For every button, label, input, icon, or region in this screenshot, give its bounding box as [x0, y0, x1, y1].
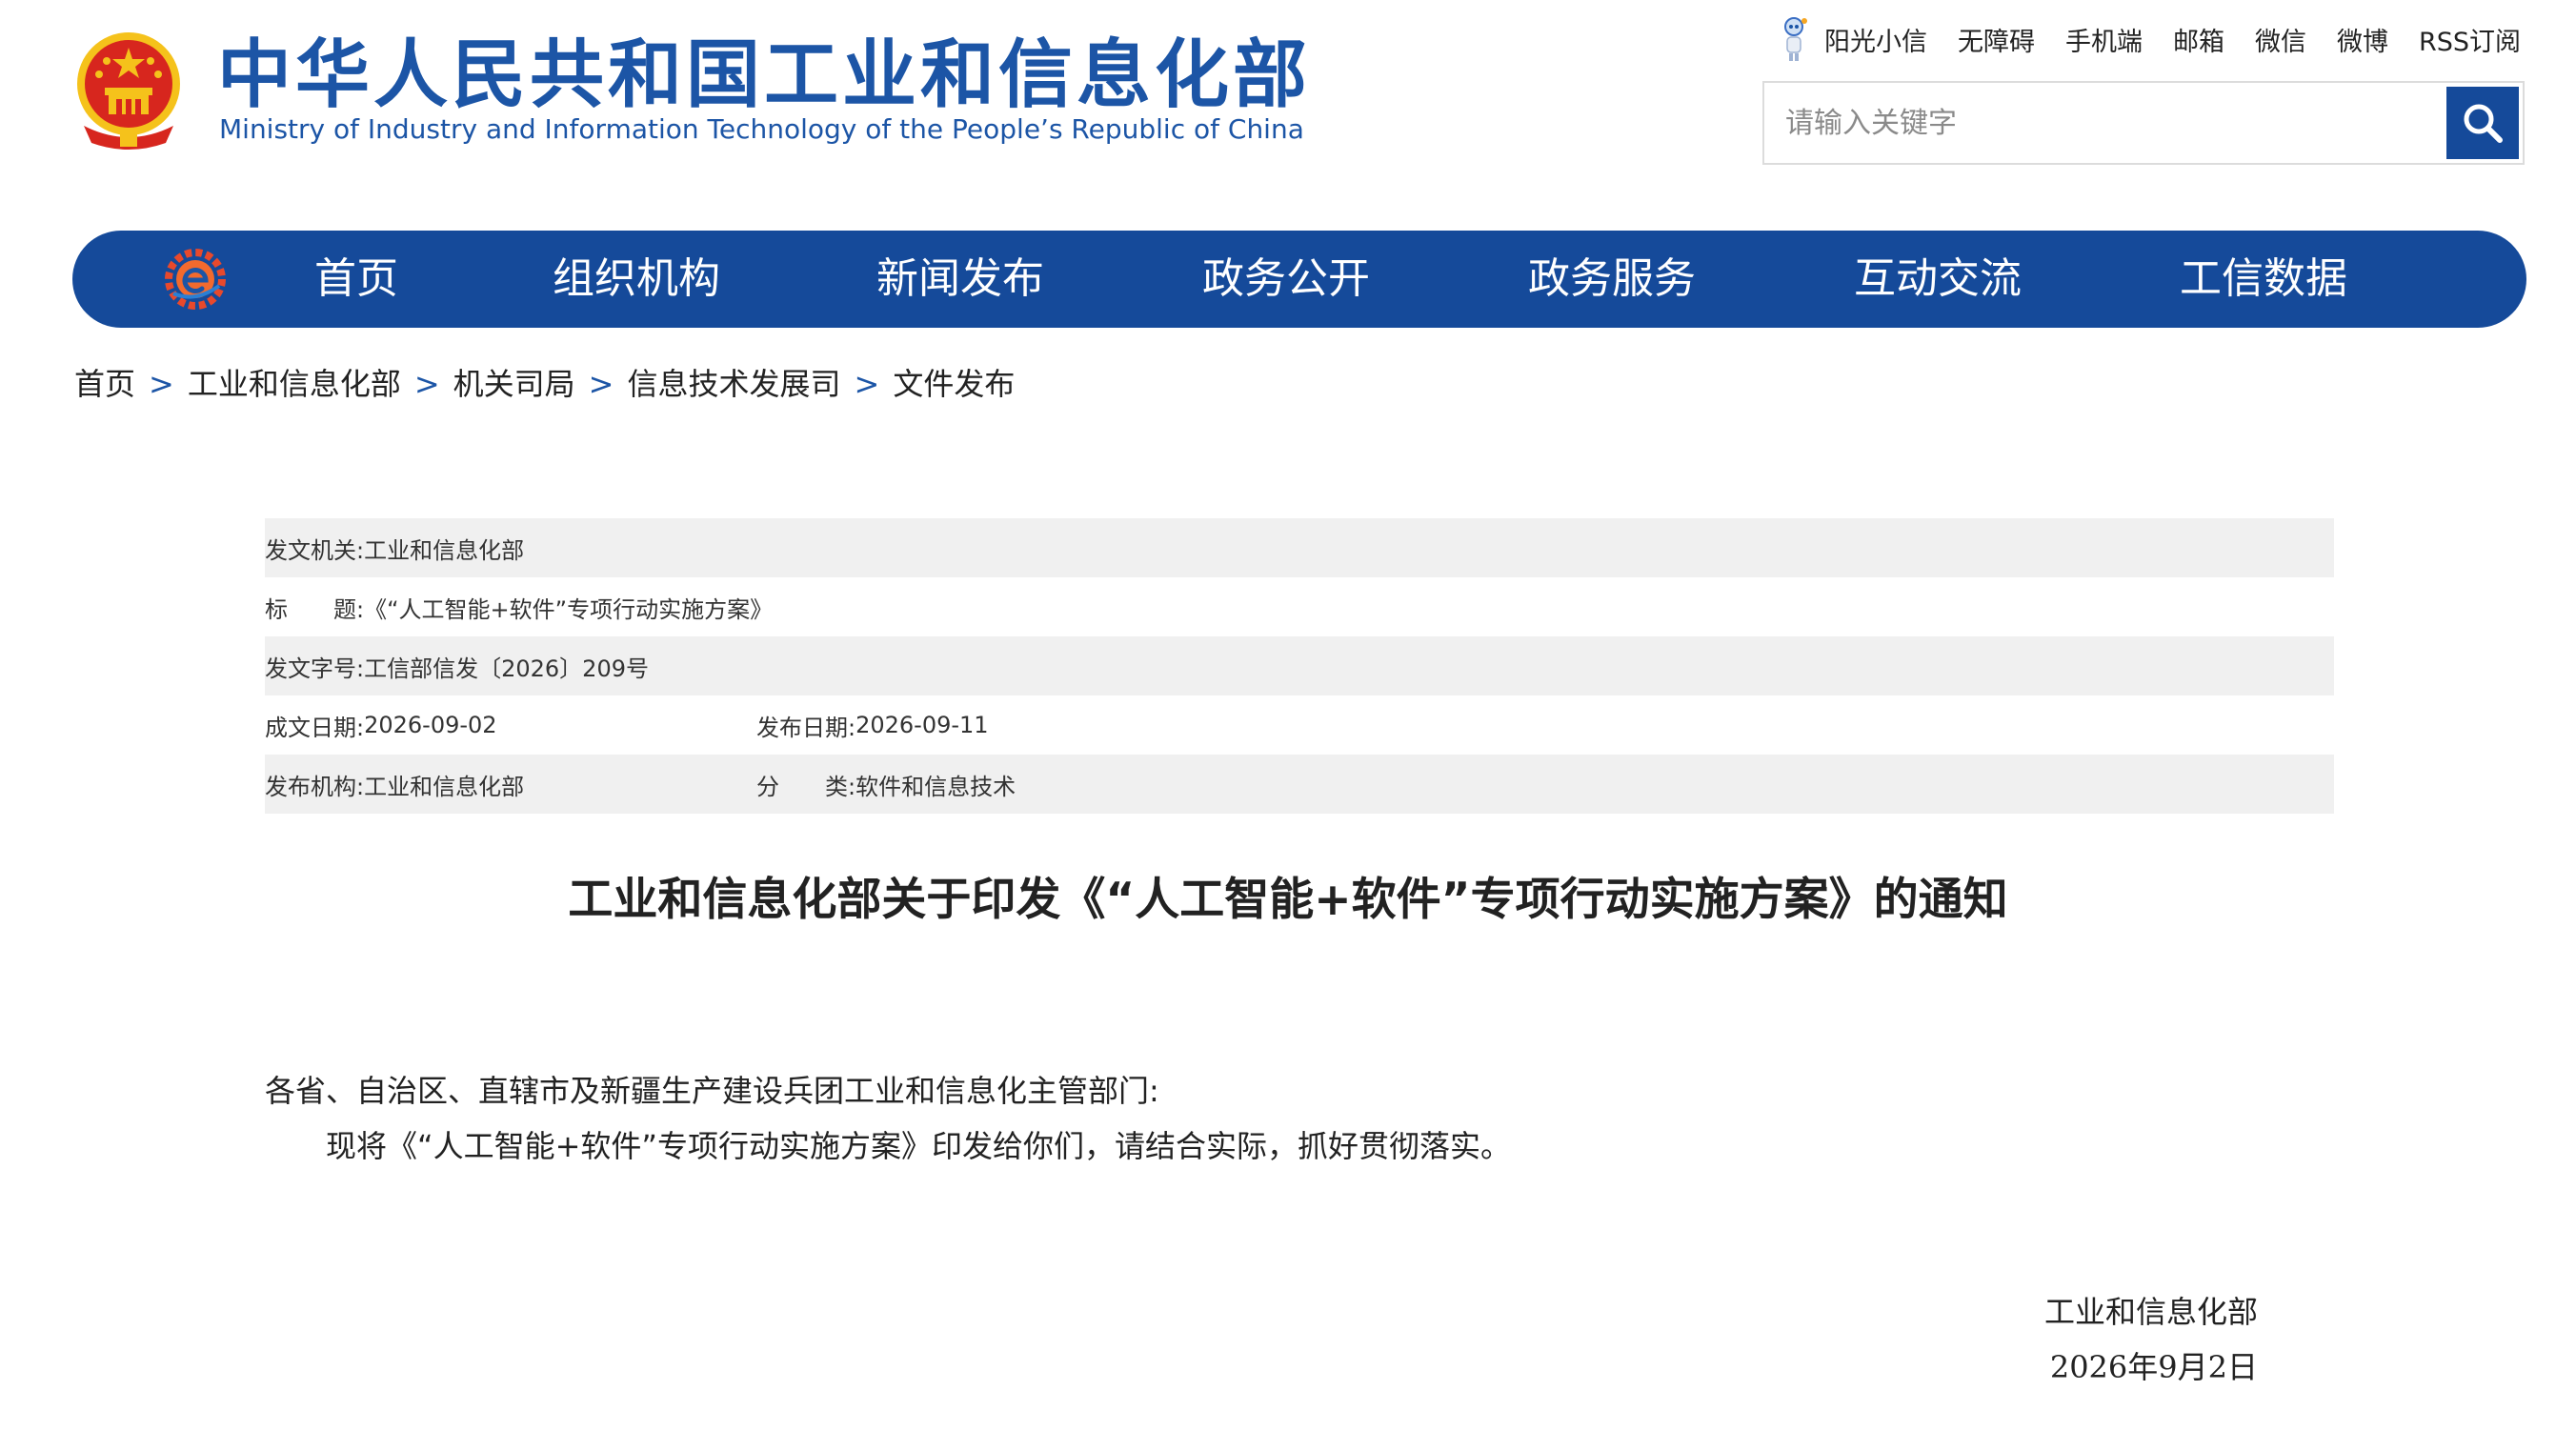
breadcrumb-separator: > — [854, 366, 880, 402]
meta-label-written-date: 成文日期: — [265, 714, 365, 741]
meta-row-publisher: 发布机构: 工业和信息化部 分 类: 软件和信息技术 — [265, 755, 2334, 814]
meta-label-title: 标 题: — [265, 595, 365, 623]
meta-row-issuer: 发文机关: 工业和信息化部 — [265, 518, 2334, 577]
nav-item-news[interactable]: 新闻发布 — [876, 231, 1044, 328]
search-input[interactable] — [1764, 83, 2445, 163]
meta-cell-written-date: 成文日期: 2026-09-02 — [265, 709, 756, 742]
meta-row-dates: 成文日期: 2026-09-02 发布日期: 2026-09-11 — [265, 695, 2334, 755]
breadcrumb-ministry[interactable]: 工业和信息化部 — [188, 360, 401, 408]
meta-label-doc-number: 发文字号: — [265, 655, 365, 682]
document-body-paragraph: 现将《“人工智能+软件”专项行动实施方案》印发给你们，请结合实际，抓好贯彻落实。 — [326, 1128, 1511, 1164]
meta-cell-publish-date: 发布日期: 2026-09-11 — [756, 709, 989, 742]
meta-value-publish-date: 2026-09-11 — [855, 712, 989, 738]
document-meta-table: 发文机关: 工业和信息化部 标 题: 《“人工智能+软件”专项行动实施方案》 发… — [265, 518, 2334, 814]
breadcrumb-separator: > — [149, 366, 174, 402]
meta-value-category: 软件和信息技术 — [855, 773, 1016, 800]
site-name-english[interactable]: Ministry of Industry and Information Tec… — [219, 112, 1304, 147]
nav-item-home[interactable]: 首页 — [314, 231, 398, 328]
meta-label-category: 分 类: — [756, 773, 856, 800]
meta-row-doc-number: 发文字号: 工信部信发〔2026〕209号 — [265, 636, 2334, 695]
site-header: 中华人民共和国工业和信息化部 Ministry of Industry and … — [0, 0, 2576, 219]
signature-date: 2026年9月2日 — [2049, 1349, 2258, 1385]
national-emblem-icon[interactable] — [70, 27, 187, 152]
document-salutation: 各省、自治区、直辖市及新疆生产建设兵团工业和信息化主管部门: — [265, 1073, 1159, 1109]
robot-mascot-icon[interactable] — [1775, 15, 1813, 63]
breadcrumb-documents[interactable]: 文件发布 — [893, 360, 1015, 408]
top-links: 阳光小信 无障碍 手机端 邮箱 微信 微博 RSS订阅 — [1775, 15, 2521, 63]
nav-item-government-services[interactable]: 政务服务 — [1528, 231, 1696, 328]
meta-label-publish-date: 发布日期: — [756, 714, 856, 741]
nav-item-data[interactable]: 工信数据 — [2180, 231, 2347, 328]
link-mobile[interactable]: 手机端 — [2065, 21, 2143, 58]
link-wechat[interactable]: 微信 — [2255, 21, 2306, 58]
breadcrumb-home[interactable]: 首页 — [74, 360, 135, 408]
meta-cell-category: 分 类: 软件和信息技术 — [756, 768, 1016, 801]
link-weibo[interactable]: 微博 — [2337, 21, 2388, 58]
meta-value-title: 《“人工智能+软件”专项行动实施方案》 — [364, 595, 774, 623]
link-accessibility[interactable]: 无障碍 — [1958, 21, 2035, 58]
meta-value-doc-number: 工信部信发〔2026〕209号 — [364, 655, 649, 682]
meta-cell-publisher: 发布机构: 工业和信息化部 — [265, 768, 756, 801]
search-button[interactable] — [2446, 87, 2519, 159]
meta-value-publisher: 工业和信息化部 — [364, 773, 525, 800]
nav-item-organization[interactable]: 组织机构 — [553, 231, 720, 328]
link-rss[interactable]: RSS订阅 — [2419, 21, 2521, 58]
breadcrumb-it-dept[interactable]: 信息技术发展司 — [627, 360, 840, 408]
nav-item-government-affairs[interactable]: 政务公开 — [1202, 231, 1370, 328]
meta-value-written-date: 2026-09-02 — [364, 712, 497, 738]
search-box — [1762, 81, 2525, 165]
meta-label-issuer: 发文机关: — [265, 536, 365, 564]
document-title: 工业和信息化部关于印发《“人工智能+软件”专项行动实施方案》的通知 — [568, 874, 2008, 926]
meta-label-publisher: 发布机构: — [265, 773, 365, 800]
gear-e-logo-icon[interactable] — [164, 248, 227, 311]
breadcrumb-departments[interactable]: 机关司局 — [453, 360, 575, 408]
main-nav: 首页 组织机构 新闻发布 政务公开 政务服务 互动交流 工信数据 — [72, 231, 2526, 328]
search-icon — [2464, 104, 2503, 143]
site-name[interactable]: 中华人民共和国工业和信息化部 — [217, 32, 1311, 118]
meta-value-issuer: 工业和信息化部 — [364, 536, 525, 564]
breadcrumb: 首页 > 工业和信息化部 > 机关司局 > 信息技术发展司 > 文件发布 — [74, 360, 1015, 408]
nav-item-interaction[interactable]: 互动交流 — [1854, 231, 2022, 328]
breadcrumb-separator: > — [413, 366, 440, 402]
link-mailbox[interactable]: 邮箱 — [2173, 21, 2224, 58]
link-sunshine[interactable]: 阳光小信 — [1824, 21, 1927, 58]
meta-row-title: 标 题: 《“人工智能+软件”专项行动实施方案》 — [265, 577, 2334, 636]
signature-organization: 工业和信息化部 — [2043, 1294, 2258, 1330]
breadcrumb-separator: > — [588, 366, 614, 402]
